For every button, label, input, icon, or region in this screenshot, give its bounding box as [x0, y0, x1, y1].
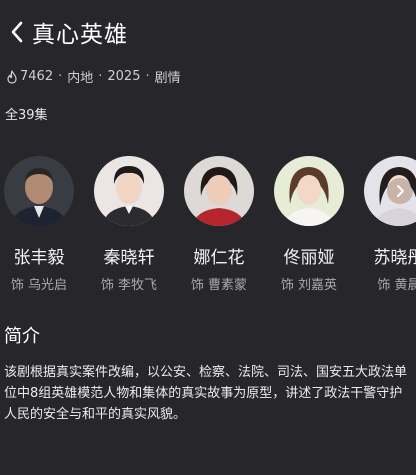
cast-item[interactable]: 秦晓轩 饰 李牧飞	[84, 156, 174, 293]
avatar-portrait	[94, 156, 164, 226]
header: 真心英雄	[0, 12, 128, 52]
role-name: 饰 刘嘉英	[280, 278, 338, 293]
episode-count: 全39集	[5, 108, 48, 123]
separator: ·	[98, 69, 103, 84]
cast-list[interactable]: 张丰毅 饰 乌光启 秦晓轩 饰 李牧飞 娜仁花 饰 曹素蒙 佟丽娅 饰 刘嘉英 …	[0, 156, 416, 296]
meta-info: 7462 · 内地 · 2025 · 剧情	[6, 67, 181, 86]
back-button[interactable]	[2, 14, 32, 50]
separator: ·	[58, 69, 63, 84]
actor-name: 苏晓彤	[373, 248, 416, 268]
cast-item[interactable]: 苏晓彤 饰 黄晨	[354, 156, 416, 293]
year: 2025	[107, 69, 141, 84]
synopsis-text: 该剧根据真实案件改编，以公安、检察、法院、司法、国安五大政法单位中8组英雄模范人…	[4, 365, 408, 422]
avatar-portrait	[4, 156, 74, 226]
cast-scroll-right-button[interactable]	[387, 178, 413, 204]
cast-item[interactable]: 张丰毅 饰 乌光启	[0, 156, 84, 293]
avatar-portrait	[274, 156, 344, 226]
actor-name: 娜仁花	[193, 248, 245, 268]
chevron-right-icon	[397, 185, 404, 197]
actor-name: 秦晓轩	[103, 248, 155, 268]
role-name: 饰 李牧飞	[100, 278, 158, 293]
flame-icon	[7, 69, 17, 84]
page-title: 真心英雄	[32, 22, 128, 48]
genre: 剧情	[154, 71, 181, 86]
avatar	[274, 156, 344, 226]
avatar-portrait	[184, 156, 254, 226]
role-name: 饰 黄晨	[377, 278, 416, 293]
region: 内地	[67, 71, 94, 86]
cast-item[interactable]: 娜仁花 饰 曹素蒙	[174, 156, 264, 293]
actor-name: 佟丽娅	[283, 248, 335, 268]
avatar	[184, 156, 254, 226]
synopsis-title: 简介	[4, 326, 40, 347]
role-name: 饰 乌光启	[10, 278, 68, 293]
chevron-left-icon	[11, 21, 23, 43]
separator: ·	[145, 69, 150, 84]
cast-item[interactable]: 佟丽娅 饰 刘嘉英	[264, 156, 354, 293]
view-count: 7462	[20, 69, 54, 84]
avatar	[4, 156, 74, 226]
avatar	[94, 156, 164, 226]
role-name: 饰 曹素蒙	[190, 278, 248, 293]
actor-name: 张丰毅	[13, 248, 65, 268]
